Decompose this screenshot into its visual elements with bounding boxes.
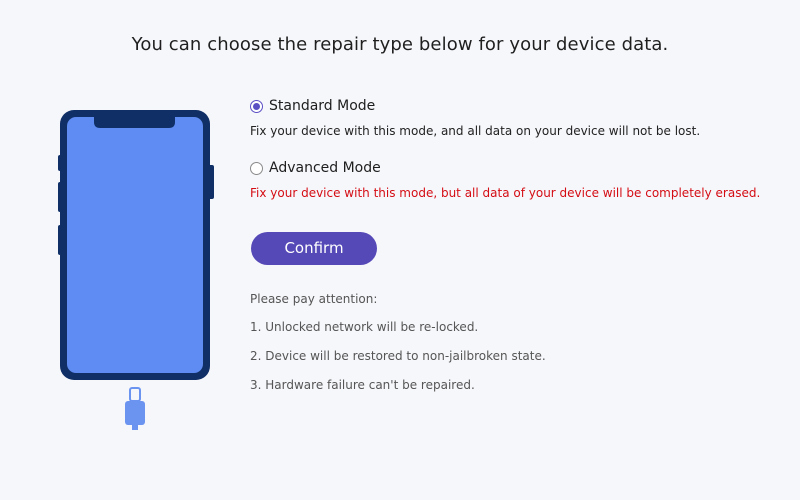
attention-title: Please pay attention: <box>250 292 378 306</box>
attention-item: 1. Unlocked network will be re-locked. <box>250 320 479 334</box>
phone-illustration <box>56 110 216 432</box>
radio-selected-dot <box>253 102 260 110</box>
attention-item: 3. Hardware failure can't be repaired. <box>250 378 475 392</box>
repair-mode-options: Standard Mode Fix your device with this … <box>250 95 770 200</box>
standard-mode-radio[interactable] <box>250 99 263 113</box>
standard-mode-option[interactable]: Standard Mode <box>250 95 770 117</box>
phone-icon <box>58 110 214 432</box>
advanced-mode-label[interactable]: Advanced Mode <box>269 160 381 176</box>
advanced-mode-radio[interactable] <box>250 161 263 175</box>
advanced-mode-warning: Fix your device with this mode, but all … <box>250 186 761 200</box>
confirm-button[interactable]: Confirm <box>251 232 377 265</box>
standard-mode-description: Fix your device with this mode, and all … <box>250 124 701 138</box>
attention-item: 2. Device will be restored to non-jailbr… <box>250 349 546 363</box>
advanced-mode-option[interactable]: Advanced Mode <box>250 157 770 179</box>
page-title: You can choose the repair type below for… <box>131 34 669 55</box>
standard-mode-label[interactable]: Standard Mode <box>269 98 375 114</box>
attention-notes: Please pay attention: 1. Unlocked networ… <box>250 292 546 407</box>
usb-cable-icon <box>125 387 145 432</box>
